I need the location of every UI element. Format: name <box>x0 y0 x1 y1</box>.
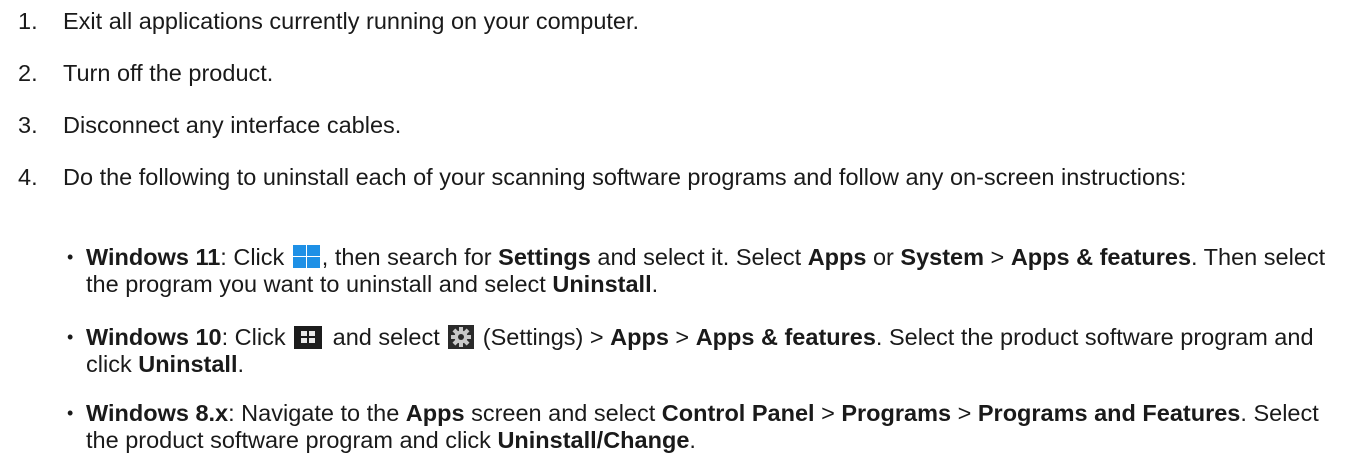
step-number: 1. <box>18 8 38 34</box>
step-number: 4. <box>18 164 38 190</box>
os-name: Windows 11 <box>86 244 221 270</box>
step-text: Exit all applications currently running … <box>63 8 640 34</box>
bullet-text: Windows 10: Click and select (Settings) … <box>86 324 1314 377</box>
step-text: Turn off the product. <box>63 60 274 86</box>
windows-11-start-icon <box>292 244 321 269</box>
windows-10-start-icon <box>294 326 323 349</box>
os-name: Windows 10 <box>86 324 222 350</box>
uninstall-instructions: 1. Exit all applications currently runni… <box>0 0 1348 469</box>
bullet-text: Windows 8.x: Navigate to the Apps screen… <box>86 400 1319 453</box>
settings-gear-icon <box>448 325 475 349</box>
step-text: Disconnect any interface cables. <box>63 112 402 138</box>
step-number: 3. <box>18 112 38 138</box>
bullet-text: Windows 11: Click , then search for Sett… <box>86 244 1326 297</box>
os-name: Windows 8.x <box>86 400 229 426</box>
bullet-dot: • <box>67 327 74 347</box>
step-number: 2. <box>18 60 38 86</box>
bullet-dot: • <box>67 247 74 267</box>
step-text: Do the following to uninstall each of yo… <box>63 164 1187 190</box>
bullet-dot: • <box>67 403 74 423</box>
